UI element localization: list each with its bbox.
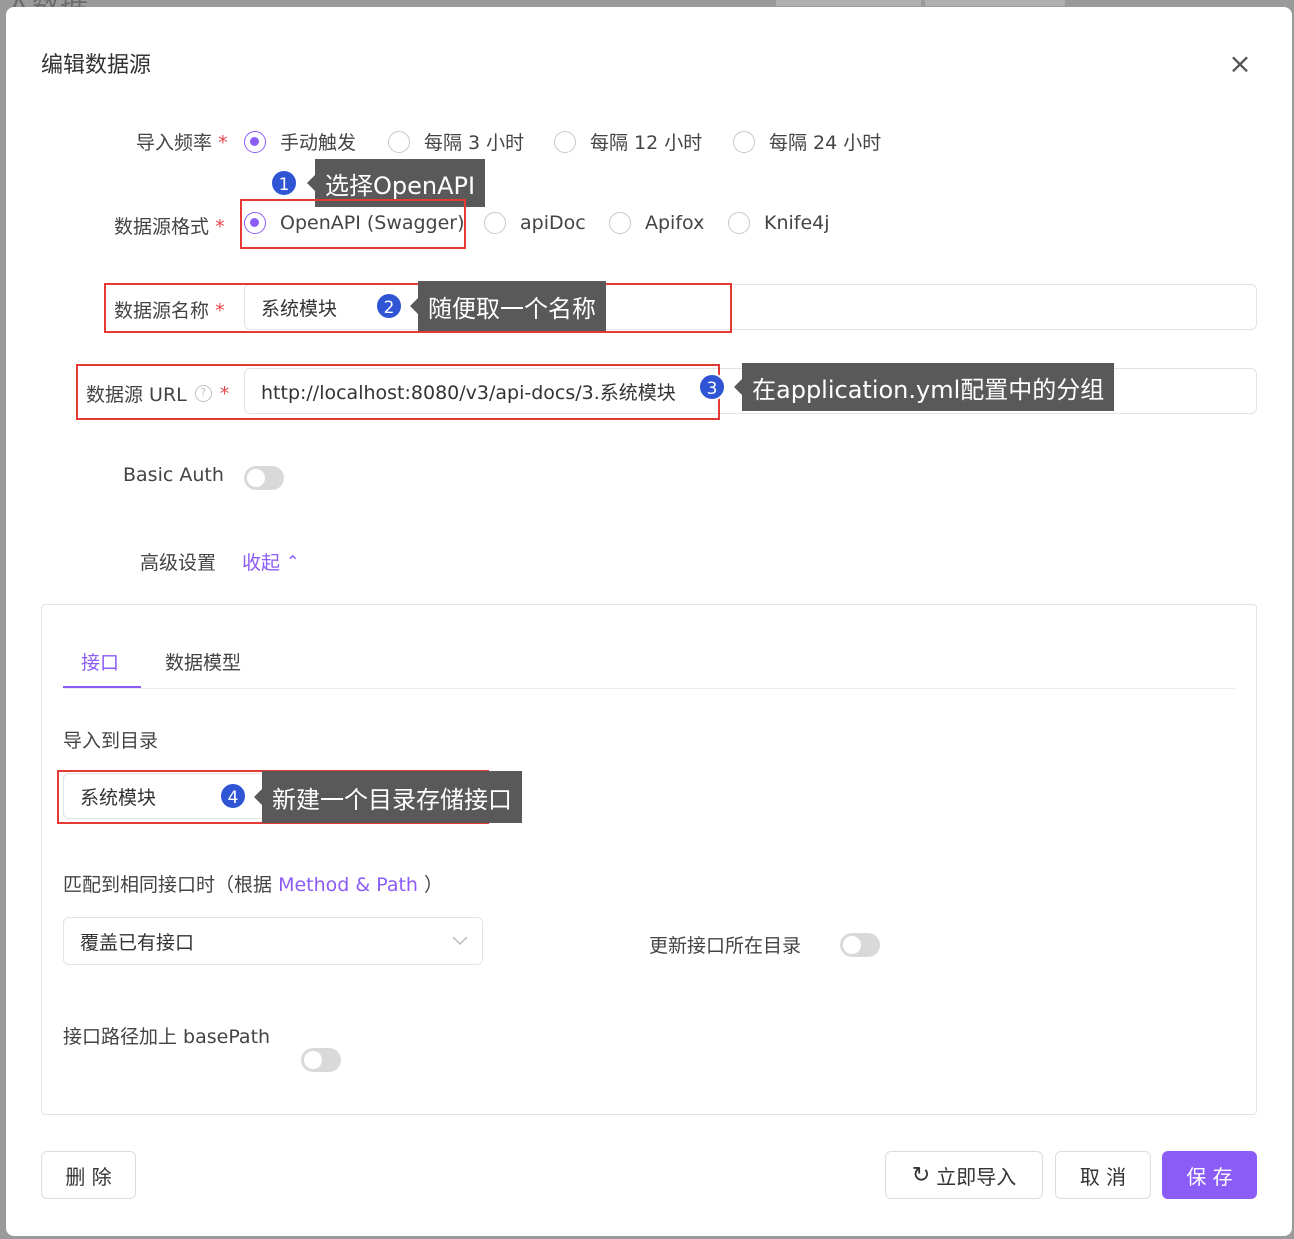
match-strategy-select[interactable]: 覆盖已有接口 <box>63 917 483 965</box>
match-strategy-value: 覆盖已有接口 <box>80 931 195 954</box>
delete-button[interactable]: 删 除 <box>41 1151 136 1199</box>
required-mark: * <box>218 132 228 154</box>
format-option-knife4j[interactable]: Knife4j <box>728 212 830 234</box>
radio-icon <box>244 130 266 153</box>
tabs-divider <box>63 688 1235 689</box>
radio-icon <box>554 130 576 153</box>
annotation-badge-1: 1 <box>270 169 298 197</box>
frequency-option-3h[interactable]: 每隔 3 小时 <box>388 128 524 155</box>
radio-label: Apifox <box>645 212 705 234</box>
format-option-apifox[interactable]: Apifox <box>609 212 704 234</box>
import-dir-label: 导入到目录 <box>63 730 159 752</box>
radio-label: OpenAPI (Swagger) <box>280 212 465 234</box>
radio-label: 每隔 24 小时 <box>769 132 882 154</box>
radio-icon <box>733 130 755 153</box>
radio-icon <box>609 212 631 234</box>
format-option-apidoc[interactable]: apiDoc <box>484 212 586 234</box>
frequency-option-24h[interactable]: 每隔 24 小时 <box>733 128 881 155</box>
format-option-openapi[interactable]: OpenAPI (Swagger) <box>244 212 465 234</box>
basic-auth-label: Basic Auth <box>123 464 224 486</box>
import-now-label: 立即导入 <box>936 1164 1017 1189</box>
backdrop-bar <box>925 0 1065 6</box>
highlight-box-url <box>76 364 720 420</box>
annotation-badge-4: 4 <box>219 782 247 810</box>
match-label-suffix: ） <box>424 874 444 896</box>
match-label-prefix: 匹配到相同接口时（根据 <box>63 874 273 896</box>
backdrop-bar <box>776 0 921 6</box>
format-label: 数据源格式 * <box>114 212 225 239</box>
annotation-tooltip-2: 随便取一个名称 <box>410 281 606 331</box>
radio-label: Knife4j <box>764 212 830 234</box>
advanced-settings-panel: 接口 数据模型 导入到目录 系统模块 4 新建一个目录存储接口 匹配到相同接口时… <box>41 604 1257 1115</box>
radio-icon <box>484 212 506 234</box>
frequency-option-manual[interactable]: 手动触发 <box>244 128 356 155</box>
update-dir-label: 更新接口所在目录 <box>649 935 802 957</box>
tab-interface[interactable]: 接口 <box>81 648 119 675</box>
frequency-label: 导入频率 * <box>136 128 228 155</box>
base-path-toggle[interactable] <box>301 1048 341 1072</box>
update-dir-toggle[interactable] <box>840 933 880 957</box>
advanced-label: 高级设置 <box>140 552 217 574</box>
annotation-tooltip-4: 新建一个目录存储接口 <box>254 771 522 823</box>
save-button[interactable]: 保 存 <box>1162 1151 1257 1199</box>
close-icon[interactable]: × <box>1228 50 1252 78</box>
chevron-up-icon: ⌃ <box>286 552 300 571</box>
radio-label: apiDoc <box>520 212 586 234</box>
method-path-link[interactable]: Method & Path <box>278 874 418 896</box>
radio-label: 每隔 3 小时 <box>424 132 525 154</box>
collapse-advanced-link[interactable]: 收起 ⌃ <box>242 548 299 575</box>
cancel-button[interactable]: 取 消 <box>1055 1151 1151 1199</box>
radio-icon <box>244 212 266 234</box>
tab-data-model[interactable]: 数据模型 <box>165 648 241 675</box>
radio-icon <box>728 212 750 234</box>
edit-datasource-dialog: 编辑数据源 × 导入频率 * 手动触发 每隔 3 小时 每隔 12 小时 每隔 … <box>6 7 1292 1236</box>
required-mark: * <box>215 216 225 238</box>
frequency-label-text: 导入频率 <box>136 132 213 154</box>
basic-auth-toggle[interactable] <box>244 466 284 490</box>
annotation-badge-3: 3 <box>698 373 726 401</box>
annotation-tooltip-3: 在application.yml配置中的分组 <box>733 363 1115 411</box>
format-label-text: 数据源格式 <box>114 216 210 238</box>
chevron-down-icon <box>452 936 468 946</box>
import-now-button[interactable]: ↻ 立即导入 <box>885 1151 1043 1199</box>
radio-label: 每隔 12 小时 <box>590 132 703 154</box>
base-path-label: 接口路径加上 basePath <box>63 1026 271 1048</box>
radio-label: 手动触发 <box>280 132 357 154</box>
annotation-badge-2: 2 <box>375 292 403 320</box>
dialog-title: 编辑数据源 <box>41 53 152 78</box>
match-label: 匹配到相同接口时（根据 Method & Path ） <box>63 870 443 897</box>
radio-icon <box>388 130 410 153</box>
refresh-icon: ↻ <box>911 1162 931 1188</box>
collapse-label: 收起 <box>242 552 281 574</box>
frequency-option-12h[interactable]: 每隔 12 小时 <box>554 128 702 155</box>
